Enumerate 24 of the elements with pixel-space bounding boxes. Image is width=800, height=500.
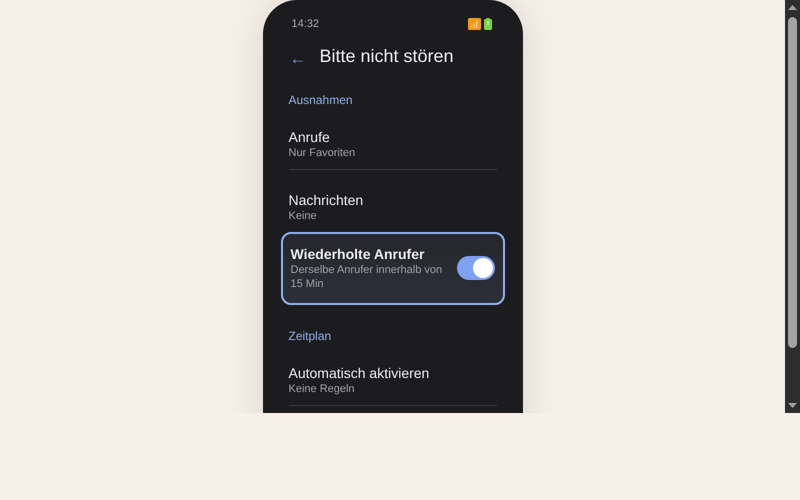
scroll-up-icon[interactable]	[788, 5, 797, 10]
status-time: 14:32	[292, 18, 320, 30]
item-title: Wiederholte Anrufer	[290, 245, 426, 263]
scrollbar-thumb[interactable]	[788, 17, 797, 348]
item-title: Automatisch aktivieren	[288, 364, 430, 382]
settings-item[interactable]: Automatisch aktivieren Keine Regeln	[262, 356, 522, 405]
settings-item[interactable]: Wiederholte Anrufer Derselbe Anrufer innerhalb von 15 Min	[280, 232, 504, 305]
section-header: Zeitplan	[288, 329, 332, 343]
screen-title: Bitte nicht stören	[320, 46, 454, 66]
item-subtitle: Keine	[288, 209, 318, 223]
toggle-switch[interactable]	[456, 256, 494, 280]
item-subtitle: Nur Favoriten	[288, 146, 356, 160]
item-subtitle: Derselbe Anrufer innerhalb von 15 Min	[290, 263, 444, 291]
settings-item[interactable]: Anrufe Nur Favoriten	[262, 120, 522, 169]
back-button[interactable]: ←	[288, 50, 308, 66]
battery-icon	[484, 18, 492, 30]
scroll-down-icon[interactable]	[788, 403, 797, 408]
item-title: Anrufe	[288, 128, 331, 146]
section-header: Ausnahmen	[288, 93, 354, 107]
settings-item[interactable]: Nachrichten Keine	[262, 183, 522, 232]
scrollbar[interactable]	[785, 0, 800, 413]
item-subtitle: Keine Regeln	[288, 382, 356, 396]
signal-icon	[468, 18, 480, 30]
item-title: Nachrichten	[288, 191, 364, 209]
